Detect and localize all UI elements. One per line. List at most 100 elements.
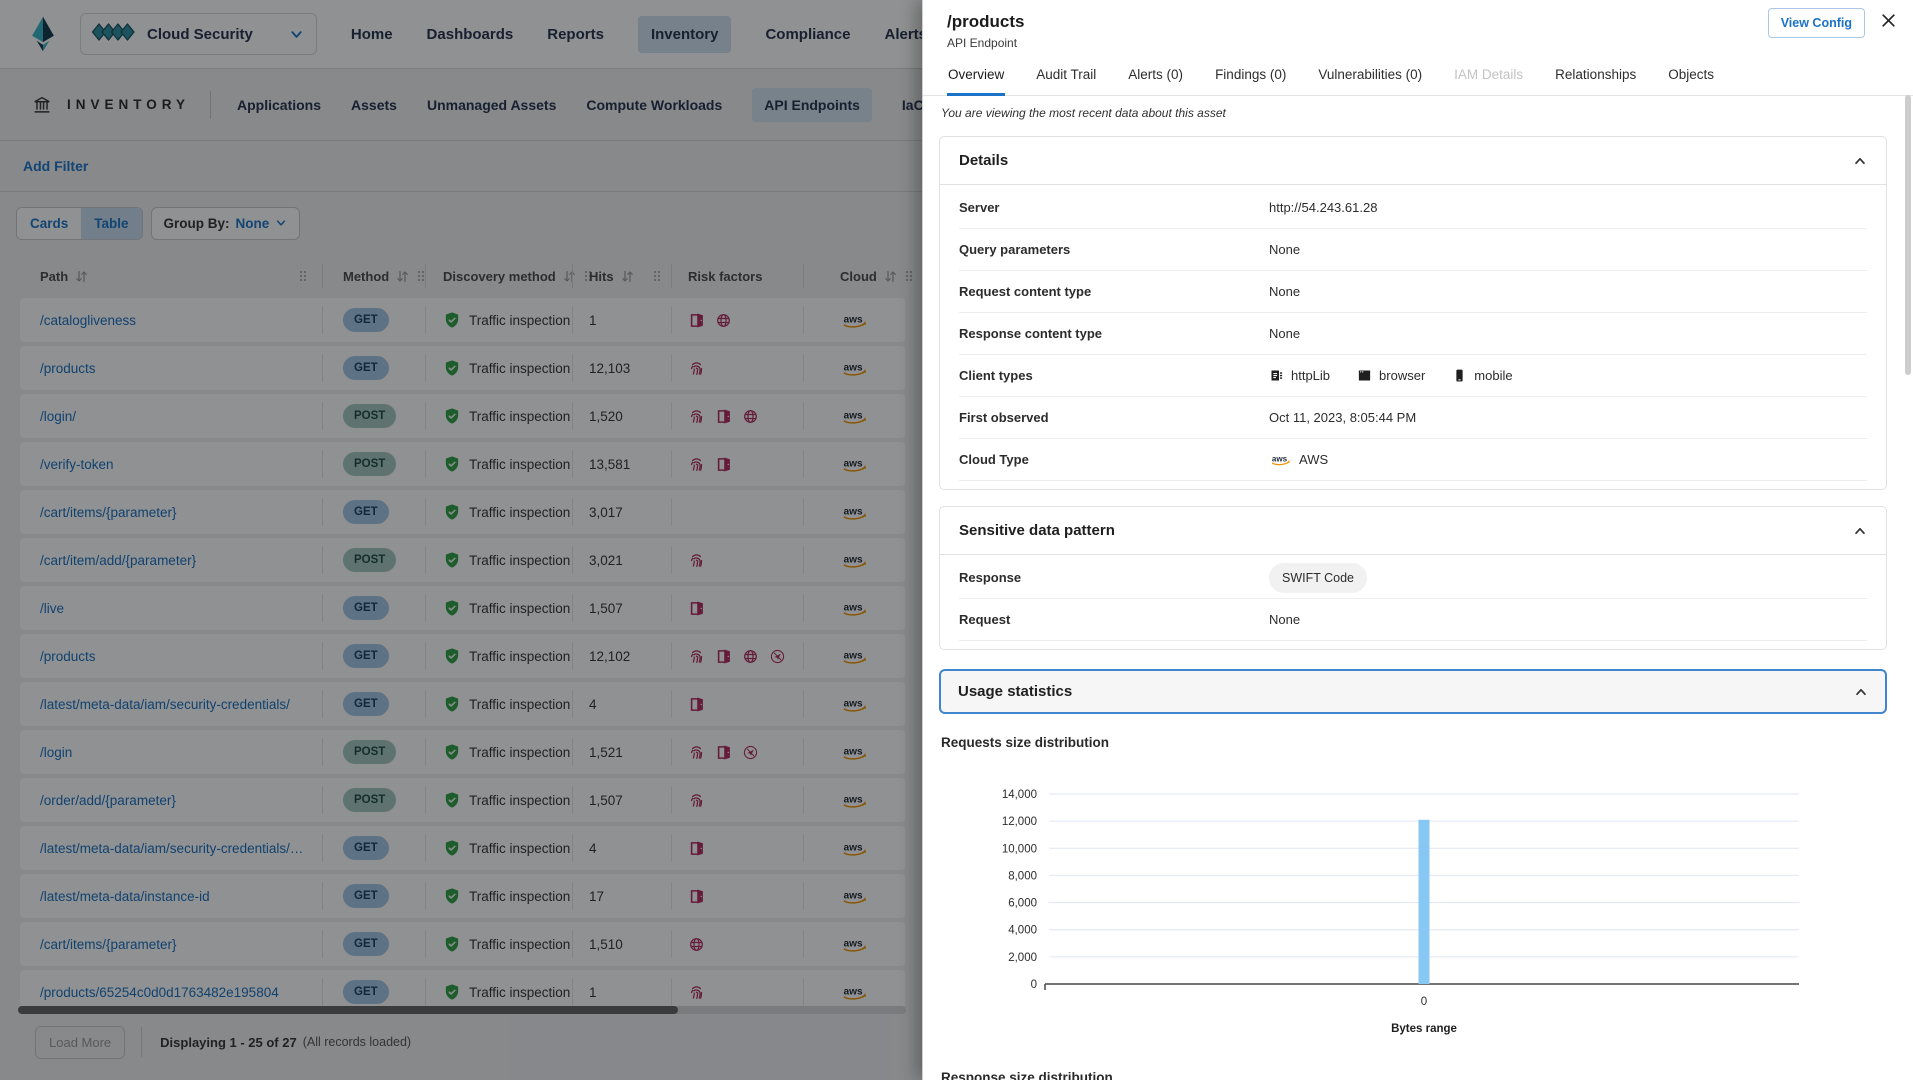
svg-text:aws: aws: [844, 842, 864, 853]
column-header-method[interactable]: Method: [343, 256, 426, 296]
table-row[interactable]: /cart/items/{parameter}GETTraffic inspec…: [20, 490, 905, 534]
panel-scrollbar[interactable]: [1905, 95, 1911, 375]
cell-divider: [572, 498, 573, 526]
hits-count: 1: [589, 313, 597, 328]
scrollbar-thumb[interactable]: [18, 1006, 678, 1014]
plane-slash-icon: [742, 744, 759, 761]
asset-details-panel: /products API Endpoint View Config Overv…: [922, 0, 1913, 1080]
sensitive-card-header[interactable]: Sensitive data pattern: [940, 507, 1886, 555]
column-header-hits[interactable]: Hits: [589, 256, 635, 296]
hits-count: 1,507: [589, 601, 623, 616]
table-row[interactable]: /productsGETTraffic inspection12,103aws: [20, 346, 905, 390]
method-badge: GET: [343, 836, 389, 860]
svg-text:aws: aws: [844, 362, 864, 373]
shield-check-icon: [443, 791, 461, 809]
view-config-button[interactable]: View Config: [1768, 8, 1865, 38]
svg-text:Bytes range: Bytes range: [1391, 1023, 1457, 1035]
group-by-select[interactable]: Group By: None: [151, 207, 301, 240]
table-row[interactable]: /cart/items/{parameter}GETTraffic inspec…: [20, 922, 905, 966]
sort-icon: [883, 270, 898, 283]
table-row[interactable]: /order/add/{parameter}POSTTraffic inspec…: [20, 778, 905, 822]
table-row[interactable]: /productsGETTraffic inspection12,102aws: [20, 634, 905, 678]
endpoint-path-link[interactable]: /order/add/{parameter}: [40, 793, 176, 808]
endpoint-path-link[interactable]: /latest/meta-data/iam/security-credentia…: [40, 841, 310, 856]
drag-dots-icon[interactable]: [298, 269, 308, 283]
chevron-up-icon: [1854, 685, 1868, 699]
cards-view-button[interactable]: Cards: [17, 208, 81, 239]
detail-value-text: None: [1269, 326, 1300, 341]
shield-check-icon: [443, 599, 461, 617]
sort-icon: [562, 270, 577, 283]
column-label: Discovery method: [443, 269, 556, 284]
aws-icon: aws: [840, 455, 870, 474]
detail-value: Oct 11, 2023, 8:05:44 PM: [1269, 410, 1416, 425]
table-row[interactable]: /loginPOSTTraffic inspection1,521aws: [20, 730, 905, 774]
brand-logo-icon[interactable]: [26, 15, 60, 53]
endpoint-path-link[interactable]: /products: [40, 649, 96, 664]
svg-text:aws: aws: [844, 314, 864, 325]
nav-item-inventory[interactable]: Inventory: [638, 16, 732, 53]
table-footer: Load More Displaying 1 - 25 of 27 (All r…: [35, 1022, 411, 1062]
column-header-risk-factors[interactable]: Risk factors: [688, 256, 762, 296]
column-header-path[interactable]: Path: [40, 256, 89, 296]
column-header-discovery-method[interactable]: Discovery method: [443, 256, 593, 296]
table-view-button[interactable]: Table: [81, 208, 141, 239]
add-filter-button[interactable]: Add Filter: [23, 158, 88, 174]
endpoint-path-link[interactable]: /catalogliveness: [40, 313, 136, 328]
horizontal-scrollbar[interactable]: [18, 1006, 906, 1014]
usage-statistics-header[interactable]: Usage statistics: [939, 669, 1887, 714]
nav-item-compliance[interactable]: Compliance: [765, 16, 850, 53]
subnav-tab-assets[interactable]: Assets: [351, 88, 397, 122]
cell-divider: [322, 786, 323, 814]
risk-factors: [688, 586, 715, 630]
table-row[interactable]: /cart/item/add/{parameter}POSTTraffic in…: [20, 538, 905, 582]
table-row[interactable]: /latest/meta-data/iam/security-credentia…: [20, 826, 905, 870]
table-row[interactable]: /liveGETTraffic inspection1,507aws: [20, 586, 905, 630]
method-badge: GET: [343, 692, 389, 716]
endpoint-path-link[interactable]: /cart/items/{parameter}: [40, 937, 177, 952]
nav-item-reports[interactable]: Reports: [547, 16, 604, 53]
pagination-status: Displaying 1 - 25 of 27: [160, 1035, 297, 1050]
cell-divider: [671, 594, 672, 622]
product-switcher-dropdown[interactable]: Cloud Security: [80, 13, 317, 55]
endpoint-path-link[interactable]: /live: [40, 601, 64, 616]
client-type: browser: [1357, 368, 1425, 383]
close-icon[interactable]: [1880, 12, 1897, 29]
subnav-tab-unmanaged-assets[interactable]: Unmanaged Assets: [427, 88, 556, 122]
load-more-button[interactable]: Load More: [35, 1026, 125, 1059]
nav-item-home[interactable]: Home: [351, 16, 393, 53]
method-badge: GET: [343, 596, 389, 620]
detail-label: Query parameters: [959, 242, 1269, 257]
details-card-header[interactable]: Details: [940, 137, 1886, 185]
risk-factors: [688, 778, 715, 822]
endpoint-path-link[interactable]: /cart/item/add/{parameter}: [40, 553, 196, 568]
table-row[interactable]: /cataloglivenessGETTraffic inspection1aw…: [20, 298, 905, 342]
drag-dots-icon[interactable]: [652, 269, 662, 283]
endpoint-path-link[interactable]: /login: [40, 745, 72, 760]
column-header-cloud[interactable]: Cloud: [840, 256, 914, 296]
cell-divider: [425, 642, 426, 670]
endpoint-path-link[interactable]: /products: [40, 361, 96, 376]
table-row[interactable]: /login/POSTTraffic inspection1,520aws: [20, 394, 905, 438]
method-badge: POST: [343, 548, 396, 572]
table-row[interactable]: /verify-tokenPOSTTraffic inspection13,58…: [20, 442, 905, 486]
subnav-tab-api-endpoints[interactable]: API Endpoints: [752, 88, 872, 122]
endpoint-path-link[interactable]: /login/: [40, 409, 76, 424]
response-chart-title: Response size distribution: [941, 1070, 1887, 1080]
nav-item-alerts[interactable]: Alerts: [884, 16, 927, 53]
shield-check-icon: [443, 455, 461, 473]
endpoint-path-link[interactable]: /products/65254c0d0d1763482e195804: [40, 985, 279, 1000]
detail-row: Response content typeNone: [959, 313, 1867, 355]
subnav-tab-applications[interactable]: Applications: [237, 88, 321, 122]
endpoint-path-link[interactable]: /latest/meta-data/instance-id: [40, 889, 210, 904]
endpoint-path-link[interactable]: /cart/items/{parameter}: [40, 505, 177, 520]
cell-divider: [671, 402, 672, 430]
table-row[interactable]: /latest/meta-data/instance-idGETTraffic …: [20, 874, 905, 918]
endpoint-path-link[interactable]: /latest/meta-data/iam/security-credentia…: [40, 697, 290, 712]
table-row[interactable]: /latest/meta-data/iam/security-credentia…: [20, 682, 905, 726]
nav-item-dashboards[interactable]: Dashboards: [427, 16, 514, 53]
endpoint-path-link[interactable]: /verify-token: [40, 457, 114, 472]
risk-factors: [688, 346, 715, 390]
subnav-tab-compute-workloads[interactable]: Compute Workloads: [586, 88, 722, 122]
cell-divider: [803, 882, 804, 910]
